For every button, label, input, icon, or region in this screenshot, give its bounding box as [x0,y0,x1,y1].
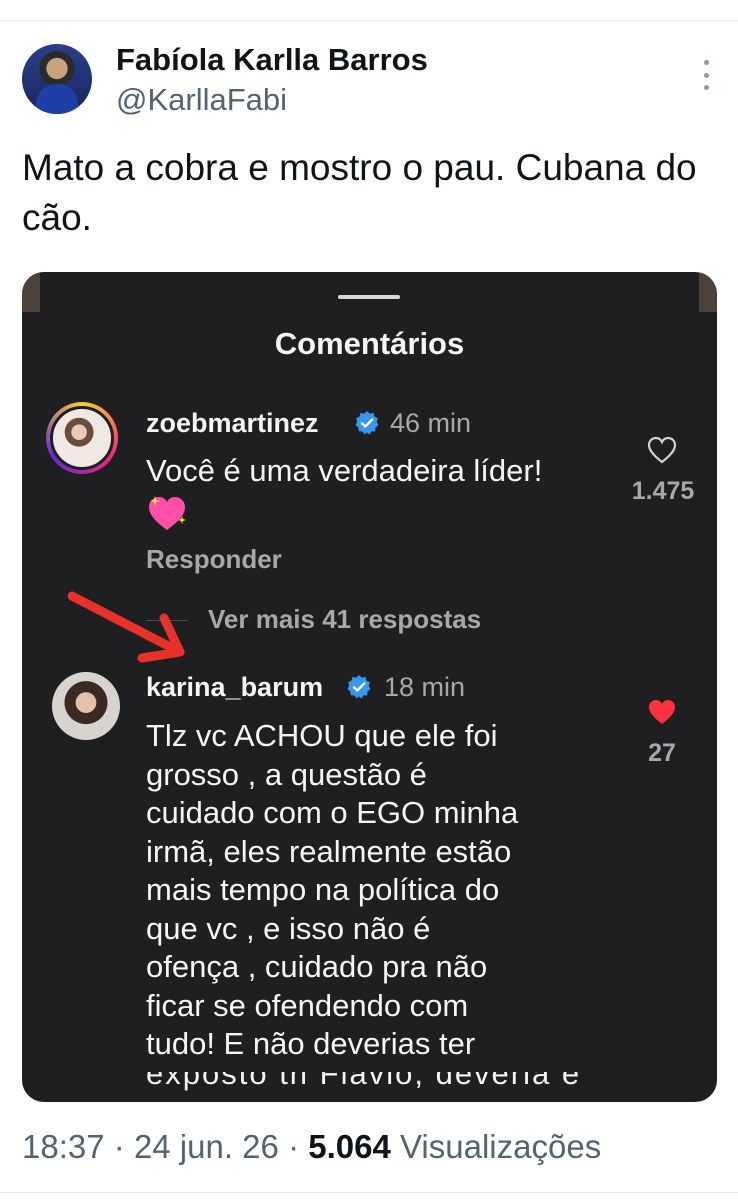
comment-text: Você é uma verdadeira líder! [146,453,543,488]
author-name[interactable]: Fabíola Karlla Barros [116,42,428,78]
comment-username: karina_barum [146,672,324,702]
comment-text-line: que vc , e isso não é [146,910,431,946]
tweet-header: Fabíola Karlla Barros @KarllaFabi [22,40,716,120]
comment-text-line: tudo! E não deverias ter [146,1026,476,1061]
sheet-drag-handle [338,295,400,299]
comment-text-line: ofença , cuidado pra não [146,949,488,984]
comments-title: Comentários [274,326,465,361]
comment-avatar [46,402,118,474]
top-divider [0,20,738,21]
comment-username: zoebmartinez [146,408,319,438]
meta-separator: · [113,1128,125,1165]
comment-text-line: grosso , a questão é [146,756,427,792]
liked-heart-icon[interactable] [646,697,678,727]
like-count: 27 [648,739,676,767]
reply-link[interactable]: Responder [146,544,282,575]
author-handle[interactable]: @KarllaFabi [116,82,287,118]
background-peek [699,272,717,312]
red-arrow-annotation [68,591,185,663]
verified-badge-icon [355,411,379,435]
comment-text-line: irmã, eles realmente estão [146,833,512,869]
tweet-time[interactable]: 18:37 [22,1128,105,1165]
like-count: 1.475 [631,477,695,505]
tweet-date[interactable]: 24 jun. 26 [134,1128,279,1165]
views-label: Visualizações [400,1128,602,1165]
sparkling-heart-emoji [149,496,186,530]
comment-time: 46 min [390,408,472,438]
comment-time: 18 min [384,672,466,702]
background-peek [22,272,40,312]
comment-text-line: mais tempo na política do [146,872,500,907]
tweet-media-screenshot[interactable]: Comentários zoebmartinez 46 min Você é u… [22,272,717,1102]
avatar-figure [36,84,78,114]
meta-separator: · [288,1128,300,1165]
views-count: 5.064 [308,1128,391,1165]
more-options-icon[interactable] [696,60,716,90]
verified-badge-icon [347,675,371,699]
tweet-text: Mato a cobra e mostro o pau. Cubana do c… [22,147,697,238]
comment-text-line: ficar se ofendendo com [146,987,469,1023]
view-more-replies[interactable]: Ver mais 41 respostas [208,604,481,635]
tweet-metadata: 18:37 · 24 jun. 26 · 5.064 Visualizações [22,1128,601,1166]
author-avatar[interactable] [22,44,92,114]
comment-text-line: Tlz vc ACHOU que ele foi [146,718,498,753]
comment-avatar [52,672,120,740]
comment-text-line: cuidado com o EGO minha [146,795,519,830]
bottom-divider [0,1192,738,1193]
like-heart-icon[interactable] [646,435,678,465]
truncated-text-line: exposto th Flavio, deveria é [146,1072,582,1091]
